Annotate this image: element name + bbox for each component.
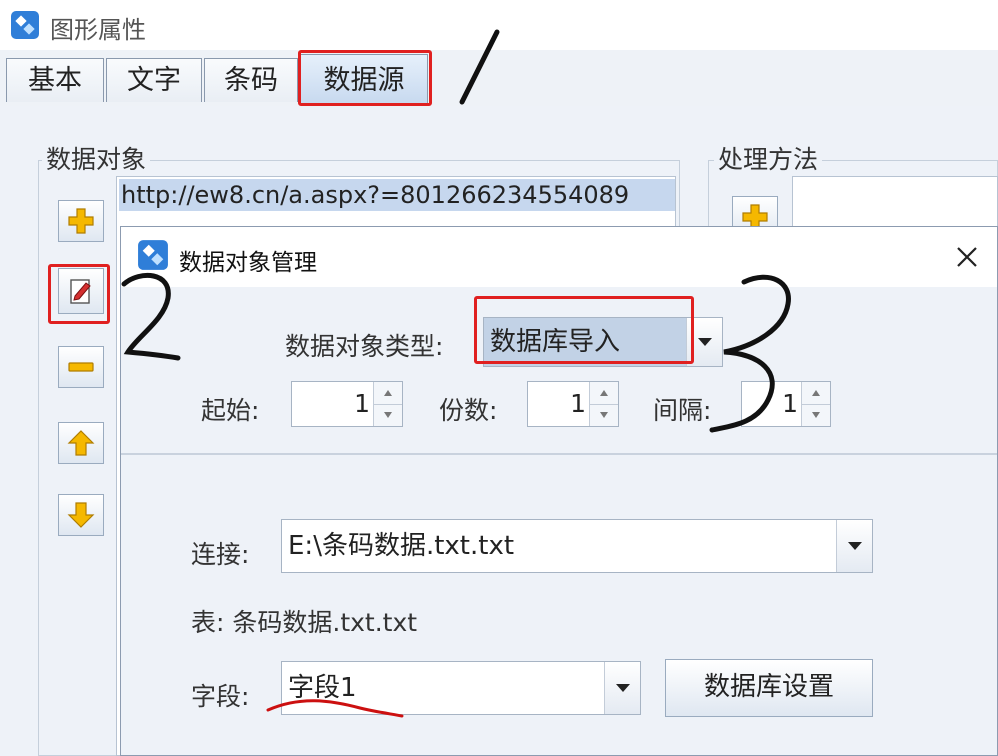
spin-up-icon[interactable] [802,382,830,405]
tab-text[interactable]: 文字 [106,58,202,102]
start-spinner[interactable]: 1 [291,381,403,427]
tab-basic[interactable]: 基本 [6,58,104,102]
copies-spinner-buttons [589,382,618,426]
connection-select[interactable]: E:\条码数据.txt.txt [281,519,873,573]
spin-down-icon[interactable] [374,404,402,426]
spin-up-icon[interactable] [374,382,402,405]
field-select[interactable]: 字段1 [281,661,641,715]
field-label: 字段: [191,682,250,711]
app-logo-icon [11,11,39,39]
spin-down-icon[interactable] [802,404,830,426]
interval-spinner-buttons [801,382,830,426]
start-value[interactable]: 1 [292,382,370,426]
tab-barcode[interactable]: 条码 [204,58,298,102]
copies-label: 份数: [439,396,498,425]
start-label: 起始: [201,396,260,425]
type-select-highlight-box [474,296,694,364]
close-icon[interactable] [949,239,985,275]
copies-value[interactable]: 1 [528,382,586,426]
minus-icon [68,362,94,372]
outer-titlebar: 图形属性 [0,0,998,50]
interval-label: 间隔: [653,396,712,425]
dialog-title: 数据对象管理 [179,250,317,276]
database-settings-button[interactable]: 数据库设置 [665,659,873,717]
section-divider [121,453,997,455]
field-value: 字段1 [288,673,357,703]
interval-spinner[interactable]: 1 [741,381,831,427]
processing-method-group-title: 处理方法 [714,140,823,176]
copies-spinner[interactable]: 1 [527,381,619,427]
interval-value[interactable]: 1 [742,382,798,426]
add-button[interactable] [58,200,104,242]
move-up-button[interactable] [58,422,104,464]
tab-highlight-box [298,50,432,106]
connection-value: E:\条码数据.txt.txt [288,531,515,561]
start-spinner-buttons [373,382,402,426]
move-down-button[interactable] [58,494,104,536]
connection-label: 连接: [191,540,250,569]
arrow-up-icon [67,430,95,456]
chevron-down-icon[interactable] [604,662,640,714]
window-title: 图形属性 [50,16,146,44]
spin-down-icon[interactable] [590,404,618,426]
table-name-text: 表: 条码数据.txt.txt [191,608,418,637]
remove-button[interactable] [58,346,104,388]
app-logo-icon [138,240,168,270]
data-object-group-title: 数据对象 [42,140,151,176]
dialog-titlebar: 数据对象管理 [121,227,997,287]
data-object-type-label: 数据对象类型: [285,332,444,361]
arrow-down-icon [67,502,95,528]
chevron-down-icon[interactable] [836,520,872,572]
plus-icon [68,208,94,234]
edit-button-highlight-box [48,264,110,324]
spin-up-icon[interactable] [590,382,618,405]
list-item[interactable]: http://ew8.cn/a.aspx?=801266234554089 [119,179,675,211]
